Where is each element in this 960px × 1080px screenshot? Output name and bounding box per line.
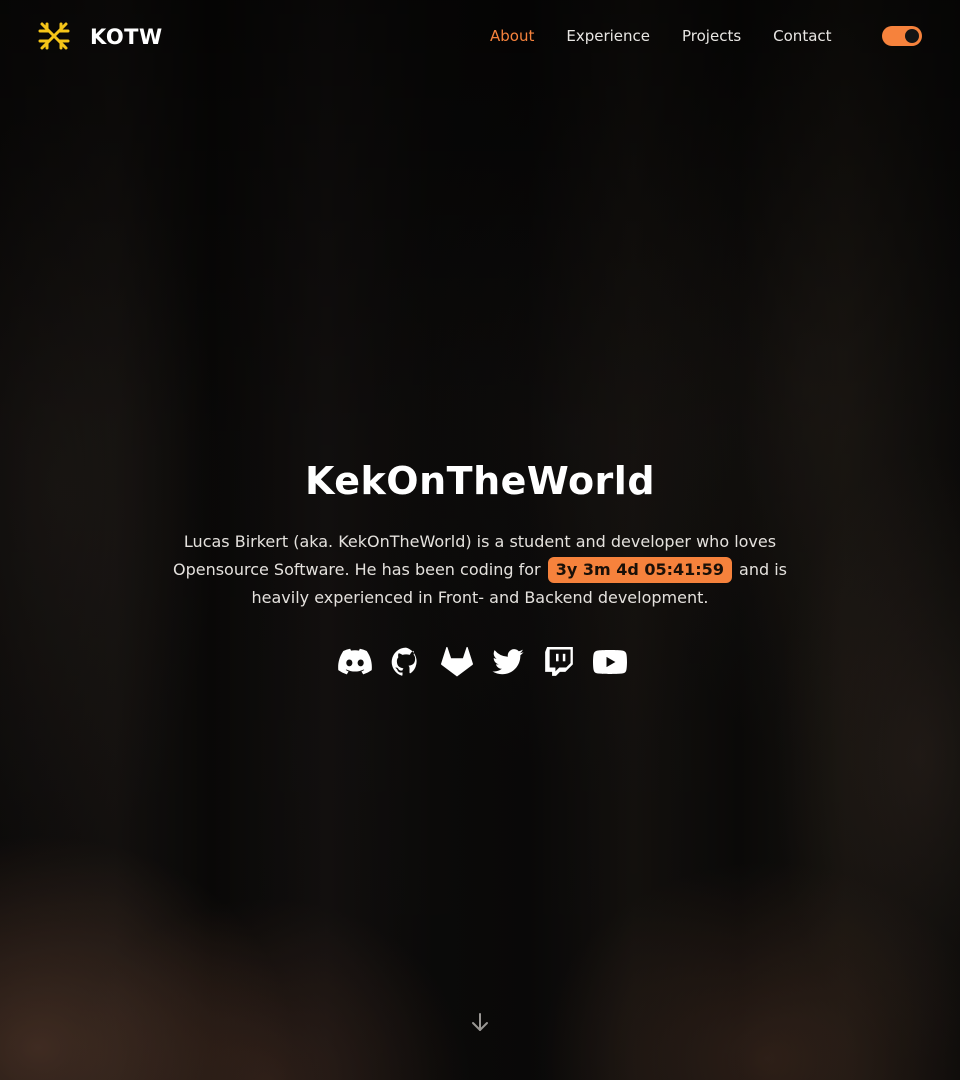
youtube-link[interactable]: [592, 645, 627, 679]
theme-toggle[interactable]: [882, 26, 922, 46]
site-header: KOTW About Experience Projects Contact: [0, 0, 960, 72]
hero-description: Lucas Birkert (aka. KekOnTheWorld) is a …: [150, 528, 810, 612]
nav-link-experience[interactable]: Experience: [566, 24, 650, 48]
github-link[interactable]: [389, 645, 423, 679]
twitch-icon: [544, 647, 573, 676]
gitlab-link[interactable]: [440, 645, 474, 679]
coding-duration-badge: 3y 3m 4d 05:41:59: [547, 557, 732, 583]
youtube-icon: [592, 650, 627, 674]
main-nav: About Experience Projects Contact: [490, 24, 832, 48]
twitter-link[interactable]: [491, 645, 525, 679]
twitch-link[interactable]: [542, 645, 576, 679]
social-links: [0, 645, 960, 679]
hero-title: KekOnTheWorld: [304, 459, 656, 503]
brand-name[interactable]: KOTW: [90, 23, 163, 51]
gitlab-icon: [440, 647, 473, 677]
kotw-logo-icon[interactable]: [37, 19, 71, 53]
nav-link-about[interactable]: About: [490, 24, 534, 48]
page: KOTW About Experience Projects Contact K…: [0, 0, 960, 1080]
nav-link-contact[interactable]: Contact: [773, 24, 831, 48]
discord-icon: [337, 648, 372, 675]
github-icon: [391, 647, 417, 676]
discord-link[interactable]: [337, 645, 372, 679]
twitter-icon: [491, 649, 524, 675]
nav-link-projects[interactable]: Projects: [682, 24, 741, 48]
arrow-down-icon[interactable]: [469, 1011, 491, 1033]
theme-toggle-knob: [905, 29, 919, 43]
